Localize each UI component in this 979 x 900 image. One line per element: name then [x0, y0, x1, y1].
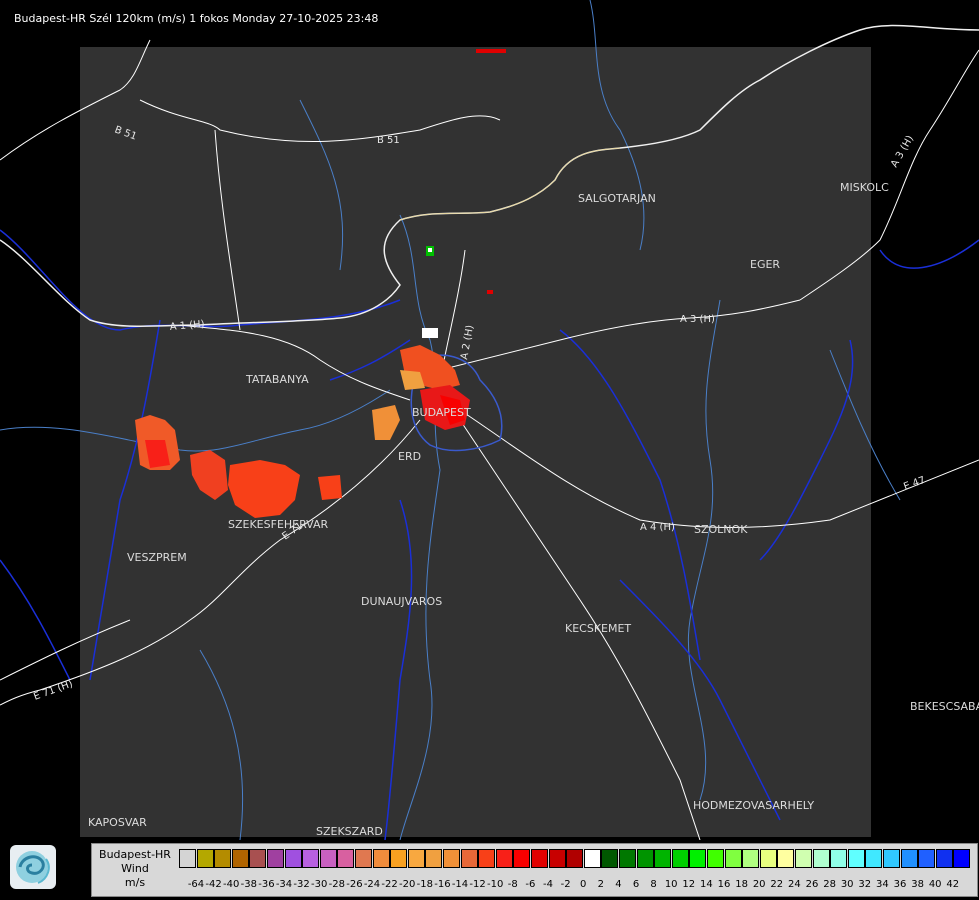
city-label: MISKOLC	[840, 181, 889, 194]
legend-swatch	[407, 849, 425, 868]
legend-swatch	[742, 849, 760, 868]
road-label: A 4 (H)	[640, 522, 675, 533]
legend-swatch	[830, 849, 848, 868]
city-label: DUNAUJVAROS	[361, 595, 442, 608]
legend-swatch	[671, 849, 689, 868]
legend-swatch	[865, 849, 883, 868]
legend-swatch	[214, 849, 232, 868]
legend-swatch	[601, 849, 619, 868]
city-label: SALGOTARJAN	[578, 192, 656, 205]
legend-swatch	[707, 849, 724, 868]
legend-label: Budapest-HR Wind m/s	[92, 848, 178, 890]
legend-swatch	[460, 849, 478, 868]
legend-swatch	[935, 849, 953, 868]
city-label: KECSKEMET	[565, 622, 631, 635]
legend-swatch	[689, 849, 707, 868]
legend-swatch	[478, 849, 496, 868]
city-label: EGER	[750, 258, 780, 271]
legend-swatch	[319, 849, 337, 868]
map-title: Budapest-HR Szél 120km (m/s) 1 fokos Mon…	[14, 12, 379, 25]
road-label: E 47	[902, 475, 927, 493]
legend-unit: m/s	[124, 876, 146, 889]
legend-swatch	[267, 849, 284, 868]
city-label: BUDAPEST	[412, 406, 471, 419]
legend-swatch	[918, 849, 936, 868]
legend-swatch	[425, 849, 443, 868]
legend-swatch	[847, 849, 865, 868]
legend-swatch	[249, 849, 267, 868]
legend-swatch	[759, 849, 777, 868]
legend-swatch	[513, 849, 531, 868]
city-label: KAPOSVAR	[88, 816, 147, 829]
legend-swatch	[179, 849, 196, 868]
legend-swatch	[231, 849, 249, 868]
city-label: TATABANYA	[245, 373, 309, 386]
legend-product: Budapest-HR	[99, 848, 171, 861]
legend-swatch	[636, 849, 654, 868]
legend-swatch	[372, 849, 390, 868]
legend-swatch	[495, 849, 513, 868]
legend-swatch	[196, 849, 214, 868]
legend-swatch	[302, 849, 320, 868]
legend-swatch	[355, 849, 372, 868]
legend-tick: 42	[946, 879, 960, 890]
legend-swatch	[337, 849, 355, 868]
city-label: SZEKSZARD	[316, 825, 383, 838]
color-legend: Budapest-HR Wind m/s -64 -42 -40 -38 -36 -34-…	[91, 843, 978, 897]
legend-swatch	[548, 849, 566, 868]
legend-quantity: Wind	[121, 862, 149, 875]
legend-swatch	[284, 849, 302, 868]
legend-swatch	[953, 849, 971, 868]
road-label: B 51	[377, 135, 400, 146]
legend-swatch	[812, 849, 830, 868]
legend-swatch	[390, 849, 408, 868]
city-label: HODMEZOVASARHELY	[693, 799, 814, 812]
legend-swatch	[443, 849, 460, 868]
city-label: SZEKESFEHERVAR	[228, 518, 329, 531]
radar-coverage-area	[80, 47, 871, 837]
legend-swatch	[566, 849, 584, 868]
road-label: A 3 (H)	[680, 314, 715, 325]
city-label: VESZPREM	[127, 551, 187, 564]
legend-swatch	[724, 849, 742, 868]
road-label: E 71 (H)	[32, 679, 74, 703]
legend-swatch	[654, 849, 672, 868]
legend-swatch	[531, 849, 548, 868]
city-label: ERD	[398, 450, 421, 463]
city-label: BEKESCSABA	[910, 700, 979, 713]
radar-map: TATABANYA BUDAPEST ERD SZEKESFEHERVAR VE…	[0, 0, 979, 840]
legend-swatch	[777, 849, 795, 868]
legend-swatch	[900, 849, 918, 868]
logo-icon	[10, 845, 56, 889]
legend-swatch	[883, 849, 900, 868]
city-label: SZOLNOK	[694, 523, 748, 536]
legend-swatch	[619, 849, 636, 868]
legend-swatch	[583, 849, 601, 868]
legend-swatch	[795, 849, 812, 868]
